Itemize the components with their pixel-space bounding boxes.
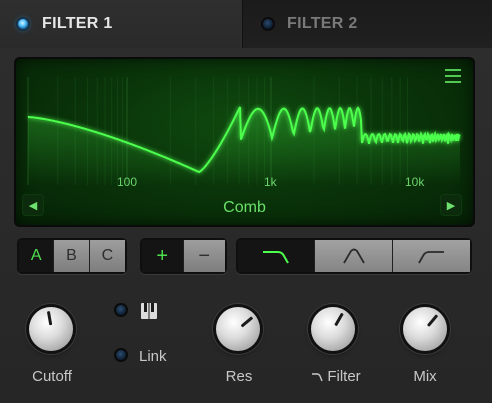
mix-knob[interactable] — [403, 307, 447, 351]
mix-label: Mix — [413, 368, 437, 385]
slot-a-button[interactable]: A — [19, 240, 55, 272]
filter-panel: FILTER 1 FILTER 2 100 1k 10k ◀ Comb ▶ A … — [0, 0, 492, 403]
filter-amount-knob-indicator — [334, 312, 344, 327]
polarity-plus-button[interactable]: + — [142, 240, 184, 272]
highpass-shape-icon — [418, 251, 445, 264]
cutoff-knob[interactable] — [29, 307, 73, 351]
filter-amount-text: Filter — [327, 368, 361, 385]
resonance-knob[interactable] — [216, 307, 260, 351]
piano-keys-icon — [141, 303, 157, 319]
filter-response-display: 100 1k 10k ◀ Comb ▶ — [14, 57, 475, 227]
slot-b-button[interactable]: B — [54, 240, 90, 272]
highpass-button[interactable] — [392, 240, 471, 272]
filter-mode-label: Comb — [223, 199, 266, 216]
bandpass-button[interactable] — [315, 240, 393, 272]
resonance-knob-indicator — [240, 316, 254, 328]
filter-2-power-led[interactable] — [263, 19, 273, 29]
tab-filter-1[interactable]: FILTER 1 — [0, 0, 240, 48]
polarity-selector: + − — [140, 238, 227, 274]
filter-amount-knob[interactable] — [311, 307, 355, 351]
resonance-label: Res — [225, 368, 253, 385]
tab-filter-2-label: FILTER 2 — [287, 15, 358, 32]
cutoff-knob-indicator — [46, 311, 53, 326]
lowpass-button[interactable] — [238, 240, 316, 272]
slot-selector: A B C — [17, 238, 127, 274]
freq-label-10k: 10k — [405, 175, 425, 189]
response-fill — [28, 107, 460, 185]
filter-amount-label: Filter — [302, 368, 370, 385]
mix-knob-indicator — [426, 314, 439, 327]
link-label: Link — [139, 348, 167, 365]
lowpass-small-icon — [312, 372, 323, 381]
freq-label-1k: 1k — [264, 175, 277, 189]
tab-filter-2[interactable]: FILTER 2 — [242, 0, 492, 48]
keytrack-led[interactable] — [116, 305, 126, 315]
polarity-minus-button[interactable]: − — [183, 240, 225, 272]
menu-icon[interactable] — [445, 69, 461, 83]
cutoff-label: Cutoff — [32, 368, 72, 385]
lowpass-shape-icon — [263, 251, 290, 264]
triangle-right-icon: ▶ — [446, 199, 456, 212]
next-mode-button[interactable]: ▶ — [440, 194, 462, 216]
slot-c-button[interactable]: C — [89, 240, 126, 272]
freq-label-100: 100 — [117, 175, 138, 189]
bandpass-shape-icon — [342, 248, 365, 264]
link-led[interactable] — [116, 350, 126, 360]
filter-1-power-led[interactable] — [18, 19, 28, 29]
filter-shape-selector — [236, 238, 472, 274]
tab-filter-1-label: FILTER 1 — [42, 15, 113, 32]
